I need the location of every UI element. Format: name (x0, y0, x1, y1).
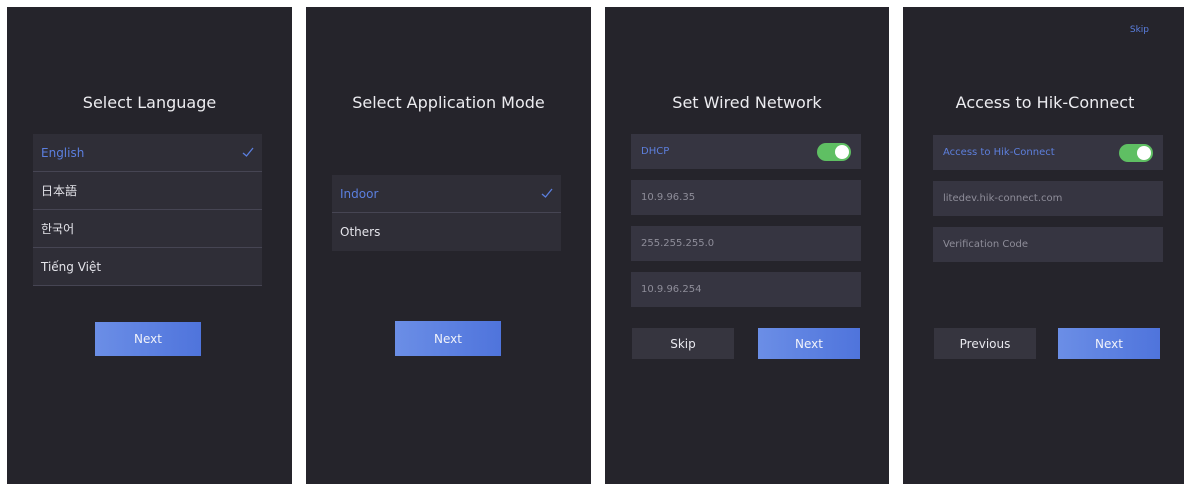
dhcp-toggle[interactable] (817, 143, 851, 161)
checkmark-icon (242, 147, 254, 157)
language-option-vietnamese[interactable]: Tiếng Việt (33, 248, 262, 286)
application-mode-screen: Select Application Mode Indoor Others Ne… (306, 7, 591, 484)
next-button[interactable]: Next (1058, 328, 1160, 359)
skip-button[interactable]: Skip (632, 328, 734, 359)
checkmark-icon (541, 188, 553, 198)
gateway-value: 10.9.96.254 (641, 284, 702, 295)
verification-code-placeholder: Verification Code (943, 239, 1028, 250)
skip-button-label: Skip (670, 336, 696, 351)
previous-button[interactable]: Previous (934, 328, 1036, 359)
language-option-label: 한국어 (41, 222, 75, 236)
screen-title: Access to Hik-Connect (955, 93, 1135, 112)
next-button-label: Next (434, 331, 462, 346)
ip-address-field[interactable]: 10.9.96.35 (631, 180, 861, 215)
gateway-field[interactable]: 10.9.96.254 (631, 272, 861, 307)
server-address-field[interactable]: litedev.hik-connect.com (933, 181, 1163, 216)
ip-address-value: 10.9.96.35 (641, 192, 696, 203)
skip-link[interactable]: Skip (1130, 25, 1149, 35)
hik-connect-toggle[interactable] (1119, 144, 1153, 162)
language-option-korean[interactable]: 한국어 (33, 210, 262, 248)
server-address-value: litedev.hik-connect.com (943, 193, 1063, 204)
dhcp-row: DHCP (631, 134, 861, 169)
hik-connect-row: Access to Hik-Connect (933, 135, 1163, 170)
next-button-label: Next (134, 332, 162, 346)
language-option-japanese[interactable]: 日本語 (33, 172, 262, 210)
screen-title: Select Language (82, 93, 217, 112)
language-option-label: 日本語 (41, 184, 78, 198)
language-option-label: English (41, 145, 85, 160)
mode-option-others[interactable]: Others (332, 213, 561, 251)
subnet-mask-value: 255.255.255.0 (641, 238, 715, 249)
mode-option-label: Indoor (340, 186, 379, 201)
next-button-label: Next (1095, 336, 1123, 351)
language-option-english[interactable]: English (33, 134, 262, 172)
language-option-label: Tiếng Việt (41, 259, 102, 274)
verification-code-field[interactable]: Verification Code (933, 227, 1163, 262)
toggle-knob (835, 145, 849, 159)
subnet-mask-field[interactable]: 255.255.255.0 (631, 226, 861, 261)
screen-title: Set Wired Network (672, 93, 822, 112)
hik-connect-screen: Skip Access to Hik-Connect Access to Hik… (903, 7, 1184, 484)
mode-option-label: Others (340, 225, 381, 239)
language-list: English 日本語 한국어 Tiếng Việt (33, 134, 262, 286)
mode-option-indoor[interactable]: Indoor (332, 175, 561, 213)
dhcp-label: DHCP (641, 146, 670, 157)
next-button[interactable]: Next (95, 322, 201, 356)
previous-button-label: Previous (959, 336, 1011, 351)
next-button[interactable]: Next (758, 328, 860, 359)
mode-list: Indoor Others (332, 175, 561, 251)
screen-title: Select Application Mode (352, 93, 545, 112)
hik-connect-label: Access to Hik-Connect (943, 147, 1055, 158)
wired-network-screen: Set Wired Network DHCP 10.9.96.35 255.25… (605, 7, 889, 484)
toggle-knob (1137, 146, 1151, 160)
next-button[interactable]: Next (395, 321, 501, 356)
language-screen: Select Language English 日本語 한국어 Tiếng Vi… (7, 7, 292, 484)
next-button-label: Next (795, 336, 823, 351)
